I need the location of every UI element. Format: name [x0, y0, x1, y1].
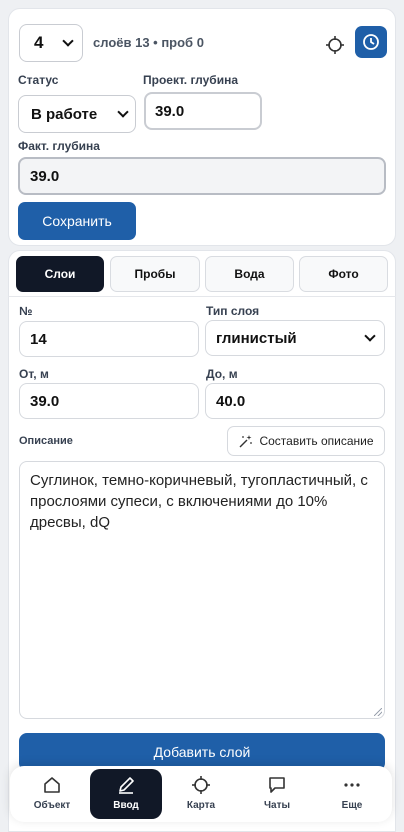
fact-depth-input[interactable]: 39.0 [18, 157, 386, 195]
nav-label-map: Карта [186, 800, 216, 811]
status-label: Статус [18, 73, 59, 87]
to-label: До, м [206, 367, 238, 381]
layer-type-value: глинистый [216, 329, 297, 347]
bottom-nav: Объект Ввод Карта Чаты Еще [10, 766, 392, 822]
history-button[interactable] [355, 26, 387, 58]
tab-water[interactable]: Вода [205, 256, 294, 292]
chat-icon [269, 777, 285, 793]
layer-number-input-value: 14 [30, 330, 47, 348]
project-depth-value: 39.0 [155, 102, 185, 120]
nav-item-map[interactable]: Карта [165, 769, 237, 819]
nav-label-input: Ввод [113, 800, 139, 811]
project-depth-input[interactable]: 39.0 [144, 92, 262, 130]
resize-handle[interactable] [374, 708, 382, 716]
number-label: № [19, 304, 33, 318]
to-value: 40.0 [216, 392, 246, 410]
status-select[interactable]: В работе [18, 95, 136, 133]
clock-icon [363, 34, 379, 50]
divider [8, 296, 396, 297]
layer-type-label: Тип слоя [206, 304, 260, 318]
chevron-down-icon [117, 106, 129, 118]
magic-wand-icon [239, 434, 253, 447]
layer-number-select[interactable]: 4 [19, 24, 83, 62]
nav-item-object[interactable]: Объект [16, 769, 88, 819]
status-value: В работе [31, 105, 98, 123]
chevron-down-icon [364, 330, 376, 342]
project-depth-label: Проект. глубина [143, 73, 239, 87]
home-icon [44, 777, 60, 793]
nav-item-more[interactable]: Еще [316, 769, 388, 819]
nav-label-more: Еще [341, 800, 363, 811]
to-input[interactable]: 40.0 [205, 383, 385, 419]
tab-layers[interactable]: Слои [16, 256, 104, 292]
more-icon [344, 783, 360, 787]
description-textarea[interactable]: Суглинок, темно-коричневый, тугопластичн… [19, 461, 385, 719]
compose-description-button[interactable]: Составить описание [227, 426, 385, 456]
from-value: 39.0 [30, 392, 60, 410]
fact-depth-value: 39.0 [30, 167, 60, 185]
tab-samples[interactable]: Пробы [110, 256, 200, 292]
from-input[interactable]: 39.0 [19, 383, 199, 419]
nav-item-input[interactable]: Ввод [90, 769, 162, 819]
tab-photo[interactable]: Фото [299, 256, 388, 292]
crosshair-icon[interactable] [325, 35, 345, 55]
layers-meta: слоёв 13 • проб 0 [93, 35, 204, 50]
pen-icon [119, 777, 134, 794]
crosshair-icon [192, 776, 210, 794]
from-label: От, м [19, 367, 49, 381]
description-label: Описание [19, 435, 73, 447]
compose-description-label: Составить описание [259, 434, 374, 448]
layer-type-select[interactable]: глинистый [205, 320, 385, 356]
description-text: Суглинок, темно-коричневый, тугопластичн… [30, 472, 368, 531]
nav-label-chats: Чаты [263, 800, 291, 811]
borehole-card: 4 слоёв 13 • проб 0 Статус Проект. глуби… [8, 8, 396, 246]
chevron-down-icon [62, 35, 74, 47]
nav-item-chats[interactable]: Чаты [241, 769, 313, 819]
fact-depth-label: Факт. глубина [18, 139, 100, 153]
nav-label-object: Объект [33, 800, 71, 811]
layer-number-input[interactable]: 14 [19, 321, 199, 357]
layer-number-value: 4 [34, 33, 44, 52]
save-button[interactable]: Сохранить [18, 202, 136, 240]
